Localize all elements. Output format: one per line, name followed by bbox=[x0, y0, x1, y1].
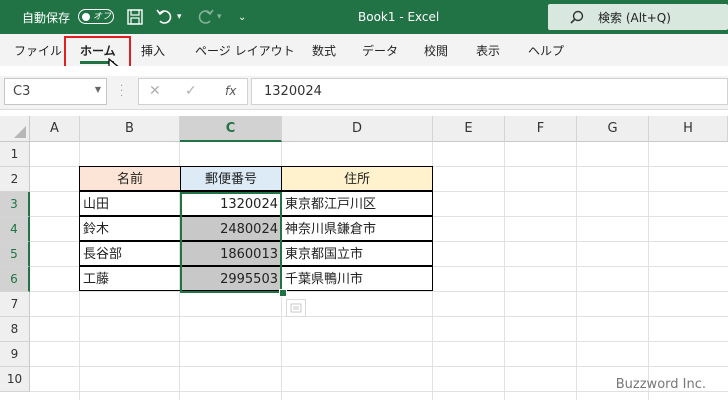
more-options-icon[interactable]: · · · bbox=[120, 82, 123, 102]
toggle-knob-icon bbox=[82, 12, 90, 21]
gridline bbox=[30, 316, 728, 317]
gridline bbox=[30, 291, 728, 292]
header-cell-address[interactable]: 住所 bbox=[281, 166, 433, 191]
column-header-c[interactable]: C bbox=[180, 116, 282, 142]
row-header-1[interactable]: 1 bbox=[0, 142, 30, 167]
select-all-button[interactable] bbox=[0, 116, 30, 142]
ribbon-gap bbox=[0, 66, 728, 76]
row-header-9[interactable]: 9 bbox=[0, 342, 30, 367]
search-box[interactable]: 検索 (Alt+Q) bbox=[548, 4, 728, 30]
tab-file[interactable]: ファイル bbox=[14, 42, 62, 59]
header-cell-name[interactable]: 名前 bbox=[79, 166, 181, 191]
worksheet-grid[interactable]: A B C D E F G H 1 2 3 4 5 6 7 8 9 10 名前 … bbox=[0, 116, 728, 400]
row-header-8[interactable]: 8 bbox=[0, 317, 30, 342]
gridline bbox=[576, 142, 577, 400]
name-box-value: C3 bbox=[13, 84, 31, 99]
cell-address[interactable]: 神奈川県鎌倉市 bbox=[281, 216, 433, 241]
cell-address[interactable]: 東京都国立市 bbox=[281, 241, 433, 266]
undo-icon[interactable] bbox=[155, 0, 175, 34]
cell-postal[interactable]: 1320024 bbox=[180, 191, 282, 216]
tab-page-layout[interactable]: ページ レイアウト bbox=[195, 42, 295, 59]
formula-value: 1320024 bbox=[264, 84, 322, 99]
cell-address[interactable]: 東京都江戸川区 bbox=[281, 191, 433, 216]
cell-name[interactable]: 鈴木 bbox=[79, 216, 181, 241]
column-header-a[interactable]: A bbox=[30, 116, 80, 142]
tab-insert[interactable]: 挿入 bbox=[141, 42, 165, 59]
tab-review[interactable]: 校閲 bbox=[424, 42, 448, 59]
row-header-5[interactable]: 5 bbox=[0, 242, 30, 267]
row-header-7[interactable]: 7 bbox=[0, 292, 30, 317]
undo-dropdown-icon[interactable]: ▾ bbox=[177, 0, 182, 34]
cell-postal[interactable]: 1860013 bbox=[180, 241, 282, 266]
autosave-state: オフ bbox=[93, 12, 112, 22]
row-header-6[interactable]: 6 bbox=[0, 267, 30, 292]
tab-formulas[interactable]: 数式 bbox=[312, 42, 336, 59]
gridline bbox=[30, 341, 728, 342]
redo-icon[interactable] bbox=[195, 0, 215, 34]
cell-address[interactable]: 千葉県鴨川市 bbox=[281, 266, 433, 291]
fill-handle[interactable] bbox=[279, 289, 287, 297]
row-header-10[interactable]: 10 bbox=[0, 367, 30, 392]
column-header-b[interactable]: B bbox=[80, 116, 180, 142]
name-box[interactable]: C3 ▼ bbox=[4, 78, 107, 105]
column-header-g[interactable]: G bbox=[577, 116, 649, 142]
cell-postal[interactable]: 2995503 bbox=[180, 266, 282, 291]
row-header-4[interactable]: 4 bbox=[0, 217, 30, 242]
search-label: 検索 (Alt+Q) bbox=[598, 11, 671, 25]
formula-bar: C3 ▼ · · · ✕ ✓ fx 1320024 bbox=[0, 76, 728, 110]
select-all-triangle-icon bbox=[14, 126, 26, 138]
header-cell-postal[interactable]: 郵便番号 bbox=[180, 166, 282, 191]
customize-qat-icon[interactable]: ⌄ bbox=[238, 0, 246, 34]
autosave-toggle[interactable]: オフ bbox=[78, 9, 114, 24]
formula-buttons: ✕ ✓ fx bbox=[138, 78, 248, 105]
cell-name[interactable]: 工藤 bbox=[79, 266, 181, 291]
tab-view[interactable]: 表示 bbox=[476, 42, 500, 59]
column-header-h[interactable]: H bbox=[649, 116, 728, 142]
cell-postal[interactable]: 2480024 bbox=[180, 216, 282, 241]
enter-icon[interactable]: ✓ bbox=[185, 83, 197, 99]
tab-help[interactable]: ヘルプ bbox=[528, 42, 564, 59]
formula-input[interactable]: 1320024 bbox=[251, 78, 728, 105]
row-header-2[interactable]: 2 bbox=[0, 167, 30, 192]
quick-analysis-icon[interactable] bbox=[286, 299, 306, 317]
cell-name[interactable]: 長谷部 bbox=[79, 241, 181, 266]
column-header-d[interactable]: D bbox=[282, 116, 433, 142]
window-title: Book1 - Excel bbox=[358, 10, 440, 24]
column-header-e[interactable]: E bbox=[433, 116, 505, 142]
gridline bbox=[30, 366, 728, 367]
redo-dropdown-icon[interactable]: ▾ bbox=[217, 0, 222, 34]
title-bar: 自動保存 オフ ▾ ▾ ⌄ Book1 - Excel 検索 (Alt+Q) bbox=[0, 0, 728, 34]
row-header-3[interactable]: 3 bbox=[0, 192, 30, 217]
insert-function-button[interactable]: fx bbox=[225, 84, 236, 98]
watermark: Buzzword Inc. bbox=[615, 377, 706, 392]
gridline bbox=[504, 142, 505, 400]
autosave-label: 自動保存 bbox=[22, 10, 71, 25]
column-header-f[interactable]: F bbox=[505, 116, 577, 142]
tab-data[interactable]: データ bbox=[362, 42, 398, 59]
cell-name[interactable]: 山田 bbox=[79, 191, 181, 216]
gridline bbox=[648, 142, 649, 400]
search-icon bbox=[570, 9, 584, 28]
cancel-icon[interactable]: ✕ bbox=[149, 83, 161, 99]
save-icon[interactable] bbox=[126, 0, 144, 34]
name-box-dropdown-icon[interactable]: ▼ bbox=[95, 85, 101, 94]
